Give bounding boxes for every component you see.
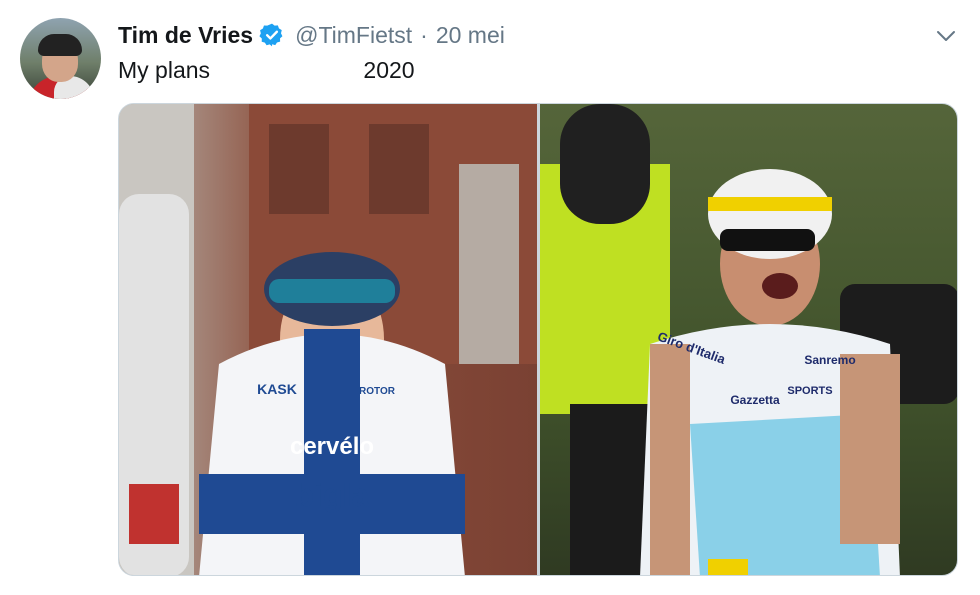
avatar[interactable] [20,18,101,99]
jersey-text-sports: SPORTS [787,385,832,397]
tweet-date[interactable]: 20 mei [436,22,505,49]
header-separator: · [420,21,428,48]
jersey-text-rotor: ROTOR [359,386,396,397]
jersey-text-cervelo: cervélo [290,433,374,460]
jersey-text-bigla: bigla [295,477,370,513]
avatar-helmet [38,34,82,56]
jersey-text-kask: KASK [257,381,297,397]
display-name[interactable]: Tim de Vries [118,22,253,49]
chevron-down-icon[interactable] [934,24,958,48]
jersey-text-sanremo: Sanremo [804,353,855,367]
tweet-text: My plans 2020 [118,57,415,83]
tweet-header: Tim de Vries @TimFietst · 20 mei [118,20,505,50]
user-handle[interactable]: @TimFietst [295,22,412,49]
photo-right-cyclist[interactable]: Giro d'Italia Sanremo Gazzetta SPORTS [540,104,957,575]
tweet[interactable]: Tim de Vries @TimFietst · 20 mei My plan… [0,0,980,595]
verified-badge-icon [259,22,285,48]
tweet-media[interactable]: cervélo bigla KASK ROTOR Giro d'Italia S… [118,103,958,576]
jersey-text-gazzetta: Gazzetta [730,393,780,407]
photo-left-cyclist[interactable]: cervélo bigla KASK ROTOR [119,104,537,575]
